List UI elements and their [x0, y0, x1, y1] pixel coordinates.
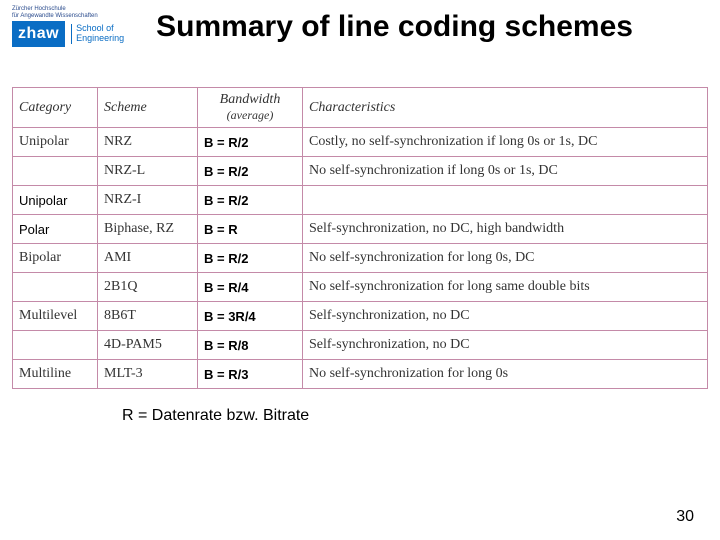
footnote: R = Datenrate bzw. Bitrate: [122, 407, 708, 425]
school-line2: Engineering: [76, 34, 124, 44]
cell-scheme: 4D-PAM5: [98, 331, 198, 359]
logo-block: zhaw School of Engineering: [12, 21, 124, 47]
cell-scheme: NRZ: [98, 128, 198, 156]
cell-scheme: MLT-3: [98, 360, 198, 388]
cell-category: Unipolar: [13, 128, 98, 156]
cell-characteristics: No self-synchronization for long 0s, DC: [303, 244, 707, 272]
cell-scheme: AMI: [98, 244, 198, 272]
cell-characteristics: Costly, no self-synchronization if long …: [303, 128, 707, 156]
cell-bandwidth: B = R/8: [198, 331, 303, 359]
cell-category: Bipolar: [13, 244, 98, 272]
table-header-row: Category Scheme Bandwidth (average) Char…: [13, 88, 707, 127]
col-header-category: Category: [13, 88, 98, 127]
cell-bandwidth: B = 3R/4: [198, 302, 303, 330]
cell-scheme: 8B6T: [98, 302, 198, 330]
col-header-bandwidth-b: (average): [227, 108, 274, 123]
cell-bandwidth: B = R: [198, 215, 303, 243]
col-header-characteristics: Characteristics: [303, 88, 707, 127]
cell-category: Unipolar: [13, 186, 98, 214]
table-row: 2B1Q B = R/4 No self-synchronization for…: [13, 272, 707, 301]
cell-bandwidth: B = R/2: [198, 157, 303, 185]
institution-line1: Zürcher Hochschule: [12, 6, 124, 13]
cell-bandwidth: B = R/2: [198, 244, 303, 272]
cell-scheme: 2B1Q: [98, 273, 198, 301]
cell-category: [13, 331, 98, 359]
zhaw-logo: zhaw: [12, 21, 65, 47]
cell-characteristics: [303, 186, 707, 214]
cell-category: Polar: [13, 215, 98, 243]
table-row: Polar Biphase, RZ B = R Self-synchroniza…: [13, 214, 707, 243]
page-title: Summary of line coding schemes: [156, 10, 633, 44]
page-number: 30: [676, 508, 694, 526]
cell-characteristics: Self-synchronization, no DC: [303, 331, 707, 359]
header-left: Zürcher Hochschule für Angewandte Wissen…: [12, 6, 124, 47]
table-row: NRZ-L B = R/2 No self-synchronization if…: [13, 156, 707, 185]
cell-category: [13, 273, 98, 301]
header: Zürcher Hochschule für Angewandte Wissen…: [12, 6, 708, 47]
table-row: Unipolar NRZ B = R/2 Costly, no self-syn…: [13, 127, 707, 156]
cell-bandwidth: B = R/3: [198, 360, 303, 388]
table-row: Unipolar NRZ-I B = R/2: [13, 185, 707, 214]
cell-bandwidth: B = R/2: [198, 128, 303, 156]
cell-bandwidth: B = R/2: [198, 186, 303, 214]
cell-characteristics: Self-synchronization, no DC, high bandwi…: [303, 215, 707, 243]
col-header-bandwidth: Bandwidth (average): [198, 88, 303, 127]
cell-characteristics: Self-synchronization, no DC: [303, 302, 707, 330]
school-name: School of Engineering: [71, 24, 124, 44]
slide: Zürcher Hochschule für Angewandte Wissen…: [0, 0, 720, 540]
cell-category: Multiline: [13, 360, 98, 388]
cell-characteristics: No self-synchronization for long 0s: [303, 360, 707, 388]
cell-scheme: Biphase, RZ: [98, 215, 198, 243]
cell-category: [13, 157, 98, 185]
col-header-bandwidth-a: Bandwidth: [220, 92, 281, 108]
cell-scheme: NRZ-L: [98, 157, 198, 185]
table-row: Multilevel 8B6T B = 3R/4 Self-synchroniz…: [13, 301, 707, 330]
institution-line2: für Angewandte Wissenschaften: [12, 13, 124, 20]
table-row: 4D-PAM5 B = R/8 Self-synchronization, no…: [13, 330, 707, 359]
col-header-scheme: Scheme: [98, 88, 198, 127]
table-row: Multiline MLT-3 B = R/3 No self-synchron…: [13, 359, 707, 388]
cell-characteristics: No self-synchronization if long 0s or 1s…: [303, 157, 707, 185]
cell-category: Multilevel: [13, 302, 98, 330]
table-row: Bipolar AMI B = R/2 No self-synchronizat…: [13, 243, 707, 272]
cell-scheme: NRZ-I: [98, 186, 198, 214]
coding-table: Category Scheme Bandwidth (average) Char…: [12, 87, 708, 389]
cell-bandwidth: B = R/4: [198, 273, 303, 301]
cell-characteristics: No self-synchronization for long same do…: [303, 273, 707, 301]
